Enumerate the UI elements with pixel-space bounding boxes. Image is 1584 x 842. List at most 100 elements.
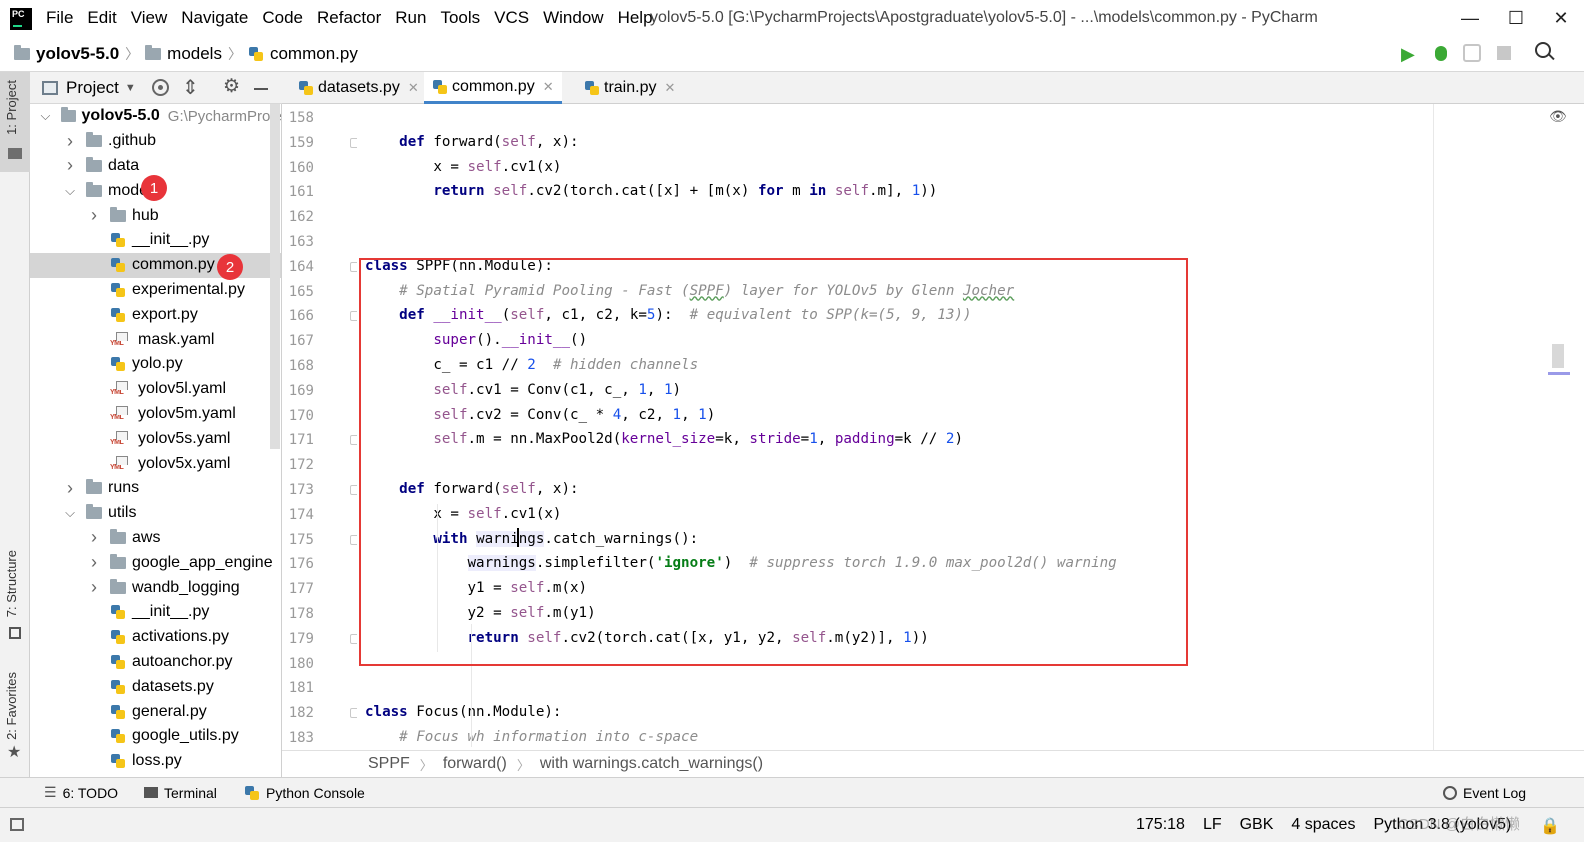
folder-icon [145, 44, 162, 60]
tree-item[interactable]: › hub [30, 203, 281, 228]
tree-item[interactable]: activations.py [30, 625, 281, 650]
chevron-right-icon[interactable]: › [88, 205, 100, 226]
project-view-label[interactable]: Project [66, 78, 119, 98]
tree-item[interactable]: export.py [30, 302, 281, 327]
line-number: 174 [288, 506, 314, 523]
chevron-down-icon[interactable]: ⌵ [64, 505, 76, 521]
todo-tool-button[interactable]: ☰ 6: TODO [44, 778, 118, 807]
menu-help[interactable]: Help [618, 8, 653, 28]
tab-label: common.py [452, 77, 535, 95]
lock-icon[interactable]: 🔒 [1540, 816, 1560, 836]
terminal-tool-button[interactable]: Terminal [144, 778, 217, 807]
tab-common[interactable]: common.py ✕ [424, 72, 562, 104]
tree-item[interactable]: ⌵ utils [30, 501, 281, 526]
editor-scroll-gutter[interactable]: 👁 [1433, 104, 1584, 750]
project-tool-label[interactable]: 1: Project [4, 80, 19, 135]
tree-item[interactable]: general.py [30, 699, 281, 724]
menu-edit[interactable]: Edit [87, 8, 116, 28]
line-separator[interactable]: LF [1203, 816, 1222, 834]
tree-item[interactable]: datasets.py [30, 674, 281, 699]
menu-run[interactable]: Run [395, 8, 426, 28]
search-icon[interactable] [1535, 42, 1555, 61]
tree-item[interactable]: experimental.py [30, 278, 281, 303]
tree-item[interactable]: __init__.py [30, 228, 281, 253]
chevron-right-icon[interactable]: › [64, 155, 76, 176]
close-tab-icon[interactable]: ✕ [543, 79, 554, 95]
chevron-right-icon[interactable]: › [64, 131, 76, 152]
tree-item[interactable]: __init__.py [30, 600, 281, 625]
tree-item[interactable]: google_utils.py [30, 724, 281, 749]
tree-item[interactable]: YML mask.yaml [30, 327, 281, 352]
toggle-tool-windows-icon[interactable] [10, 818, 24, 831]
tree-item[interactable]: common.py [30, 252, 281, 278]
tree-item[interactable]: › google_app_engine [30, 550, 281, 575]
tree-item[interactable]: yolo.py [30, 352, 281, 377]
tree-item[interactable]: YML yolov5l.yaml [30, 377, 281, 402]
favorites-tool-label[interactable]: 2: Favorites [4, 672, 19, 740]
close-tab-icon[interactable]: ✕ [408, 80, 419, 96]
tree-item[interactable]: › aws [30, 526, 281, 551]
tree-item[interactable]: YML yolov5x.yaml [30, 451, 281, 476]
left-tool-strip: 1: Project 7: Structure 2: Favorites ★ [0, 72, 30, 777]
python-file-icon [110, 704, 126, 720]
folder-icon [110, 553, 126, 569]
menu-vcs[interactable]: VCS [494, 8, 529, 28]
chevron-down-icon[interactable]: ⌵ [40, 108, 51, 124]
crumb-method[interactable]: forward() [443, 755, 507, 773]
tab-datasets[interactable]: datasets.py ✕ [290, 72, 427, 104]
menu-window[interactable]: Window [543, 8, 603, 28]
gear-icon[interactable]: ⚙ [223, 75, 240, 98]
chevron-right-icon[interactable]: › [88, 527, 100, 548]
tree-item[interactable]: YML yolov5m.yaml [30, 402, 281, 427]
tree-item[interactable]: loss.py [30, 749, 281, 774]
tree-item[interactable]: › .github [30, 129, 281, 154]
chevron-down-icon[interactable]: ⌵ [64, 183, 76, 199]
menu-view[interactable]: View [131, 8, 168, 28]
breadcrumb-project[interactable]: yolov5-5.0 [36, 44, 119, 64]
yaml-file-icon: YML [110, 331, 132, 348]
tab-train[interactable]: train.py ✕ [576, 72, 683, 104]
python-file-icon [584, 80, 600, 96]
tree-item[interactable]: autoanchor.py [30, 650, 281, 675]
minimize-button[interactable]: — [1447, 0, 1493, 36]
locate-icon[interactable] [152, 79, 169, 96]
caret-position[interactable]: 175:18 [1136, 816, 1185, 834]
hide-panel-icon[interactable] [254, 88, 268, 90]
menu-file[interactable]: File [46, 8, 73, 28]
chevron-right-icon[interactable]: › [88, 577, 100, 598]
breadcrumb-folder[interactable]: models [167, 44, 222, 64]
chevron-right-icon[interactable]: › [64, 478, 76, 499]
event-log-tool-button[interactable]: Event Log [1443, 778, 1526, 807]
run-icon[interactable]: ▶ [1401, 44, 1415, 65]
structure-tool-label[interactable]: 7: Structure [4, 550, 19, 617]
crumb-class[interactable]: SPPF [368, 755, 410, 773]
menu-navigate[interactable]: Navigate [181, 8, 248, 28]
close-tab-icon[interactable]: ✕ [664, 80, 675, 96]
crumb-with-block[interactable]: with warnings.catch_warnings() [540, 755, 763, 773]
collapse-all-icon[interactable]: ⇕ [182, 75, 199, 100]
coverage-icon[interactable] [1463, 44, 1481, 62]
chevron-down-icon[interactable]: ▼ [125, 82, 136, 94]
close-button[interactable]: ✕ [1538, 0, 1584, 36]
menu-code[interactable]: Code [262, 8, 303, 28]
maximize-button[interactable]: ☐ [1493, 0, 1539, 36]
eye-icon[interactable]: 👁 [1549, 108, 1567, 125]
file-encoding[interactable]: GBK [1240, 816, 1274, 834]
tree-item-label: wandb_logging [132, 578, 240, 596]
breadcrumb-file[interactable]: common.py [270, 44, 358, 64]
tree-item[interactable]: › runs [30, 476, 281, 501]
tree-item[interactable]: › wandb_logging [30, 575, 281, 600]
tree-item[interactable]: ⌵ yolov5-5.0 G:\PycharmProje [30, 104, 281, 129]
python-console-tool-button[interactable]: Python Console [244, 778, 365, 807]
tree-scrollbar[interactable] [270, 104, 280, 449]
event-log-icon [1443, 785, 1457, 800]
menu-tools[interactable]: Tools [440, 8, 480, 28]
debug-icon[interactable] [1432, 43, 1450, 63]
stop-icon[interactable] [1497, 46, 1511, 60]
menu-refactor[interactable]: Refactor [317, 8, 381, 28]
chevron-right-icon[interactable]: › [88, 552, 100, 573]
tree-item-label: utils [108, 504, 137, 522]
tree-item[interactable]: YML yolov5s.yaml [30, 426, 281, 451]
indent-setting[interactable]: 4 spaces [1291, 816, 1355, 834]
scrollbar-thumb[interactable] [1552, 344, 1564, 368]
